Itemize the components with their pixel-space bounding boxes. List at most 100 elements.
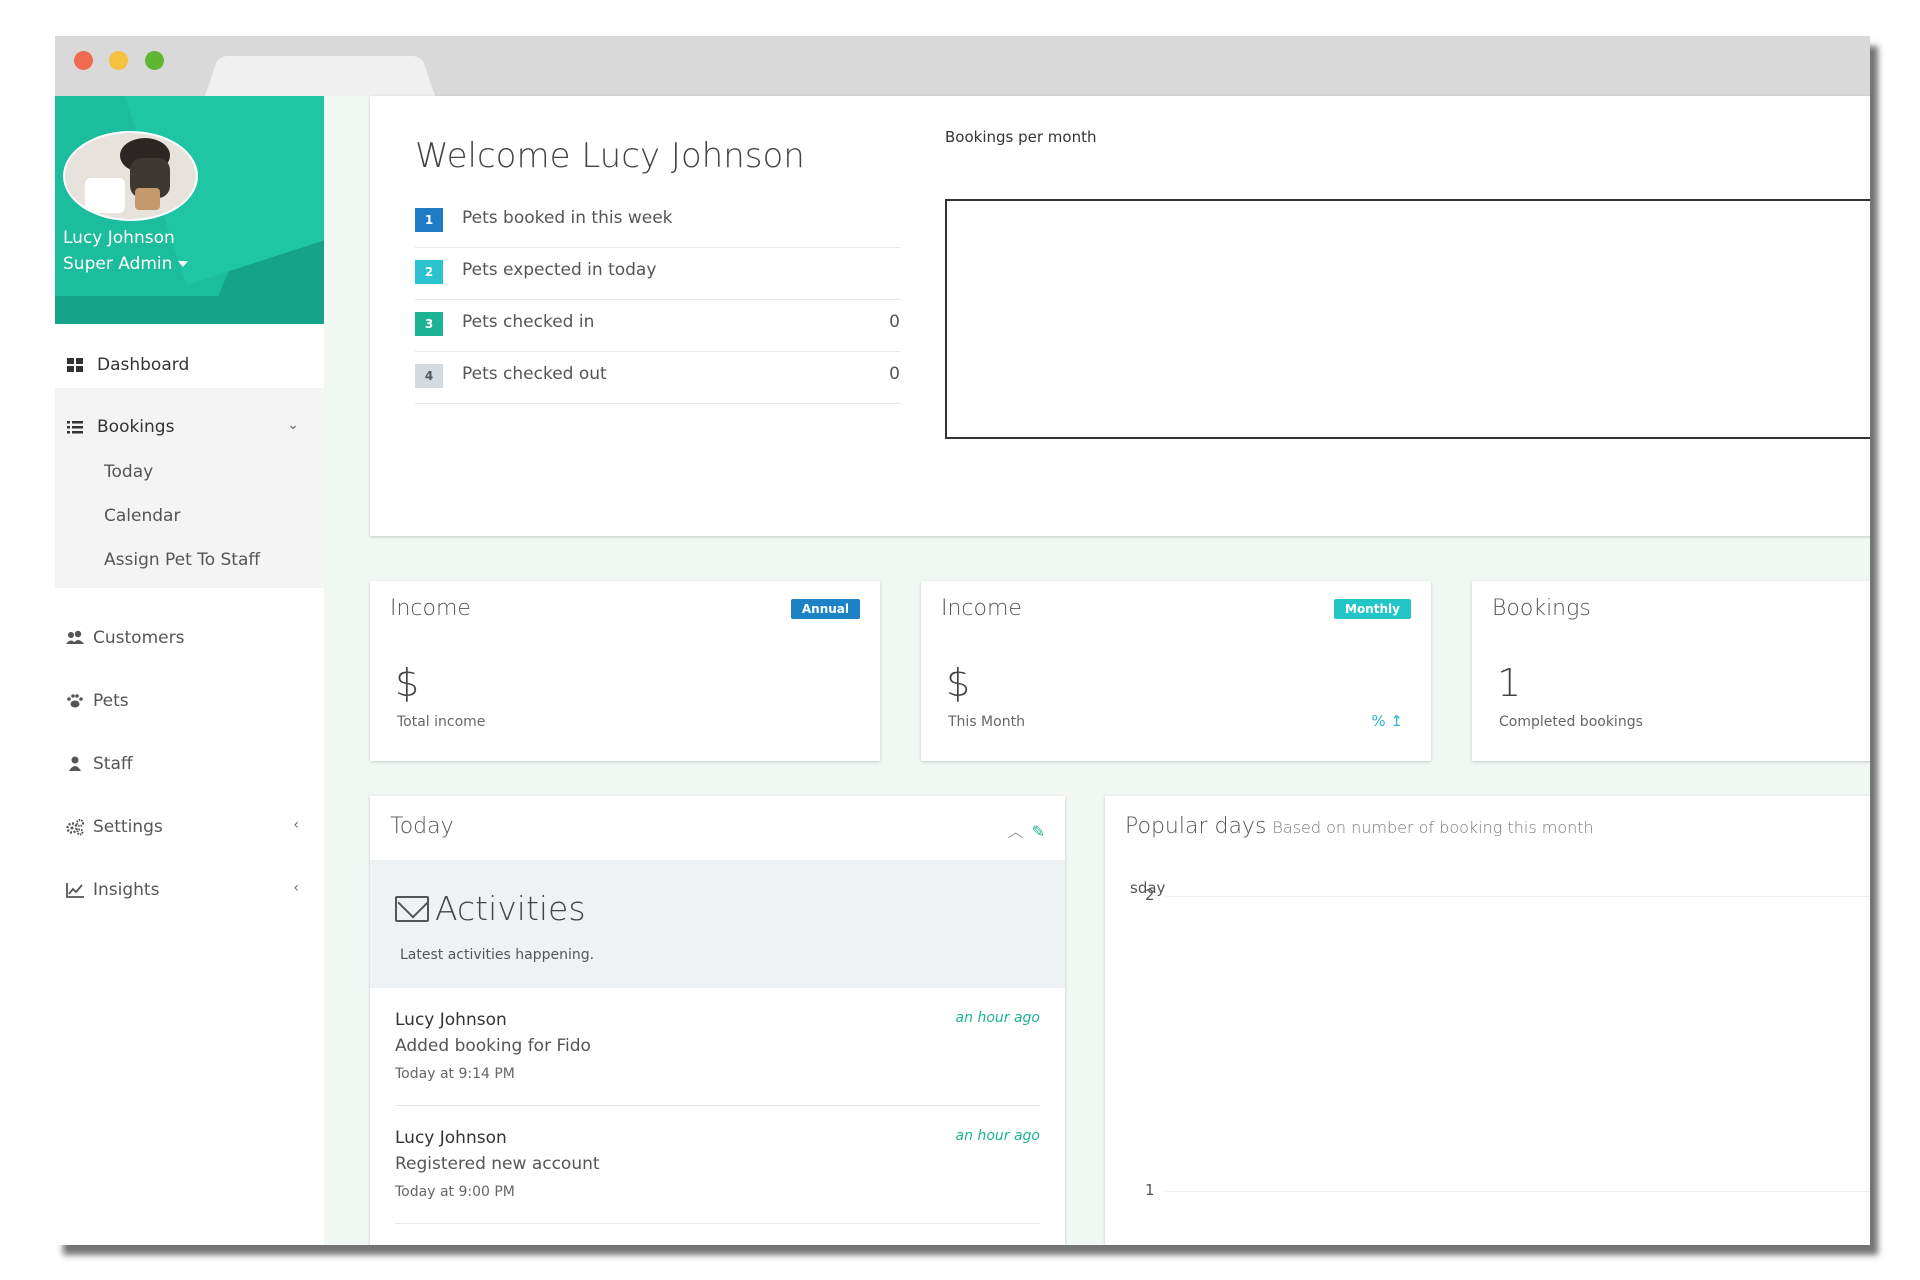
browser-window: Lucy Johnson Super Admin Dashboard Booki… — [55, 36, 1870, 1245]
popular-days-title: Popular days Based on number of booking t… — [1125, 814, 1594, 839]
y-tick-label: 1 — [1145, 1181, 1155, 1199]
stat-value: 0 — [889, 364, 900, 384]
stat-label: Pets booked in this week — [462, 208, 673, 228]
profile-role-dropdown[interactable]: Super Admin — [63, 254, 189, 274]
activity-description: Registered new account — [395, 1154, 600, 1174]
stat-label: Pets checked out — [462, 364, 607, 384]
gridline — [1165, 896, 1870, 897]
minimize-window-dot[interactable] — [109, 51, 128, 70]
envelope-icon — [395, 896, 429, 922]
sidebar-item-label: Dashboard — [97, 355, 190, 375]
activity-description: Added booking for Fido — [395, 1036, 591, 1056]
stat-value: 0 — [889, 312, 900, 332]
percent-change: % ↥ — [1371, 712, 1403, 730]
sidebar-item-staff[interactable]: Staff — [55, 740, 324, 790]
sidebar-item-label: Customers — [93, 628, 185, 648]
browser-tab[interactable] — [205, 56, 435, 96]
sidebar-subitem-calendar[interactable]: Calendar — [104, 506, 180, 526]
y-tick-label: 2 — [1145, 886, 1155, 904]
users-icon — [66, 630, 84, 644]
card-title: Bookings — [1492, 596, 1591, 621]
stat-badge: 3 — [415, 312, 443, 336]
bookings-chart-area — [945, 199, 1870, 439]
activity-user: Lucy Johnson — [395, 1128, 507, 1148]
screenshot-stage: Lucy Johnson Super Admin Dashboard Booki… — [0, 0, 1920, 1280]
avatar-art — [85, 178, 125, 213]
chart-title: Bookings per month — [945, 128, 1097, 146]
gridline — [1165, 1191, 1870, 1192]
activities-title: Activities — [435, 889, 586, 928]
chevron-left-icon: ‹ — [293, 817, 299, 833]
activity-item[interactable]: Lucy Johnson Registered new account Toda… — [395, 1106, 1040, 1224]
activity-user: Lucy Johnson — [395, 1010, 507, 1030]
activity-ago: an hour ago — [955, 1010, 1040, 1026]
card-subtext: Total income — [397, 714, 486, 730]
stat-badge: 4 — [415, 364, 443, 388]
sidebar-subitem-assign-pet[interactable]: Assign Pet To Staff — [104, 550, 260, 570]
maximize-window-dot[interactable] — [145, 51, 164, 70]
today-card: Today ︿ ✎ Activities Latest activities ha… — [370, 796, 1065, 1245]
today-title: Today — [390, 814, 454, 839]
dashboard-icon — [67, 358, 83, 372]
stat-label: Pets checked in — [462, 312, 595, 332]
income-annual-card: Income Annual $ Total income — [370, 581, 880, 761]
sidebar-item-label: Insights — [93, 880, 160, 900]
popular-days-subtitle: Based on number of booking this month — [1272, 818, 1594, 837]
profile-header: Lucy Johnson Super Admin — [55, 96, 324, 324]
card-value: $ — [395, 661, 420, 705]
page-title: Welcome Lucy Johnson — [415, 136, 805, 176]
app-content: Lucy Johnson Super Admin Dashboard Booki… — [55, 96, 1870, 1245]
sidebar-item-label: Pets — [93, 691, 129, 711]
sidebar-item-bookings[interactable]: Bookings ⌄ — [55, 403, 324, 453]
list-icon — [67, 421, 83, 434]
welcome-card: Welcome Lucy Johnson 1 Pets booked in th… — [370, 96, 1870, 536]
annual-badge: Annual — [790, 599, 860, 619]
sidebar-item-dashboard[interactable]: Dashboard — [55, 341, 324, 391]
sidebar-item-label: Settings — [93, 817, 163, 837]
activities-header: Activities Latest activities happening. — [370, 861, 1065, 988]
sidebar-item-pets[interactable]: Pets — [55, 677, 324, 727]
activity-ago: an hour ago — [955, 1128, 1040, 1144]
stat-row: 2 Pets expected in today — [415, 248, 900, 300]
card-subtext: This Month — [948, 714, 1025, 730]
card-value: 1 — [1497, 661, 1522, 705]
chevron-down-icon: ⌄ — [287, 417, 299, 433]
stat-badge: 1 — [415, 208, 443, 232]
avatar-art — [135, 188, 160, 210]
card-subtext: Completed bookings — [1499, 714, 1643, 730]
sidebar-item-label: Staff — [93, 754, 133, 774]
stat-row: 3 Pets checked in 0 — [415, 300, 900, 352]
sidebar-item-customers[interactable]: Customers — [55, 614, 324, 664]
popular-days-card: Popular days Based on number of booking t… — [1105, 796, 1870, 1245]
today-header: Today ︿ ✎ — [370, 796, 1065, 861]
activity-item[interactable]: Lucy Johnson Added booking for Fido Toda… — [395, 988, 1040, 1106]
profile-role-label: Super Admin — [63, 254, 173, 274]
today-tools: ︿ ✎ — [1008, 818, 1045, 842]
monthly-badge: Monthly — [1334, 599, 1411, 619]
sidebar-item-insights[interactable]: Insights ‹ — [55, 866, 324, 916]
browser-chrome — [55, 36, 1870, 96]
popular-days-heading: Popular days — [1125, 814, 1267, 839]
sidebar-subitem-today[interactable]: Today — [104, 462, 153, 482]
card-value: $ — [946, 661, 971, 705]
paw-icon — [67, 694, 83, 708]
avatar[interactable] — [63, 131, 198, 221]
chevron-left-icon: ‹ — [293, 880, 299, 896]
line-chart-icon — [66, 883, 84, 898]
income-monthly-card: Income Monthly $ This Month % ↥ — [921, 581, 1431, 761]
activities-subtitle: Latest activities happening. — [400, 947, 595, 963]
sidebar-item-label: Bookings — [97, 417, 175, 437]
caret-down-icon — [178, 261, 189, 267]
stat-row: 1 Pets booked in this week — [415, 196, 900, 248]
stat-badge: 2 — [415, 260, 443, 284]
stat-row: 4 Pets checked out 0 — [415, 352, 900, 404]
collapse-chevron-icon[interactable]: ︿ — [1008, 822, 1024, 841]
card-title: Income — [941, 596, 1022, 621]
sidebar: Lucy Johnson Super Admin Dashboard Booki… — [55, 96, 324, 1245]
sidebar-item-settings[interactable]: Settings ‹ — [55, 803, 324, 853]
activity-time: Today at 9:14 PM — [395, 1066, 515, 1082]
activity-time: Today at 9:00 PM — [395, 1184, 515, 1200]
edit-icon[interactable]: ✎ — [1032, 822, 1045, 841]
close-window-dot[interactable] — [74, 51, 93, 70]
gears-icon — [66, 819, 84, 836]
